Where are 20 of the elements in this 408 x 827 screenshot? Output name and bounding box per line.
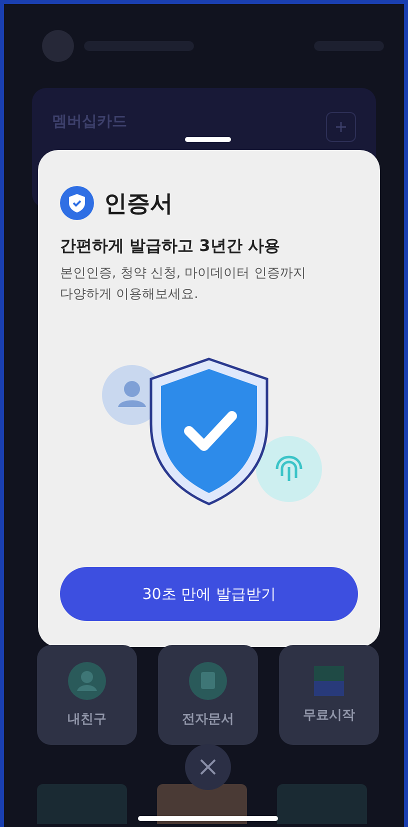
close-button[interactable]	[185, 744, 231, 790]
tile-title: 전자문서	[182, 711, 234, 728]
service-tile[interactable]: 전자문서	[158, 645, 258, 745]
issue-button[interactable]: 30초 만에 발급받기	[60, 567, 358, 621]
grid-badge-icon	[314, 666, 344, 696]
person-icon	[68, 662, 106, 700]
grab-handle[interactable]	[185, 137, 231, 142]
avatar-circle	[42, 30, 74, 62]
service-tile[interactable]: 무료시작	[279, 645, 379, 745]
description-line: 본인인증, 청약 신청, 마이데이터 인증까지	[60, 265, 307, 283]
tile-title: 내친구	[68, 711, 106, 728]
close-icon	[198, 757, 218, 777]
service-tile[interactable]: 내친구	[37, 645, 137, 745]
headline: 간편하게 발급하고 3년간 사용	[60, 236, 281, 257]
description-line: 다양하게 이용해보세요.	[60, 286, 200, 304]
tile-title: 무료시작	[303, 707, 355, 724]
sheet-title: 인증서	[104, 190, 173, 218]
document-icon	[189, 662, 227, 700]
plus-icon	[335, 121, 347, 133]
shield-logo-icon	[60, 186, 94, 220]
